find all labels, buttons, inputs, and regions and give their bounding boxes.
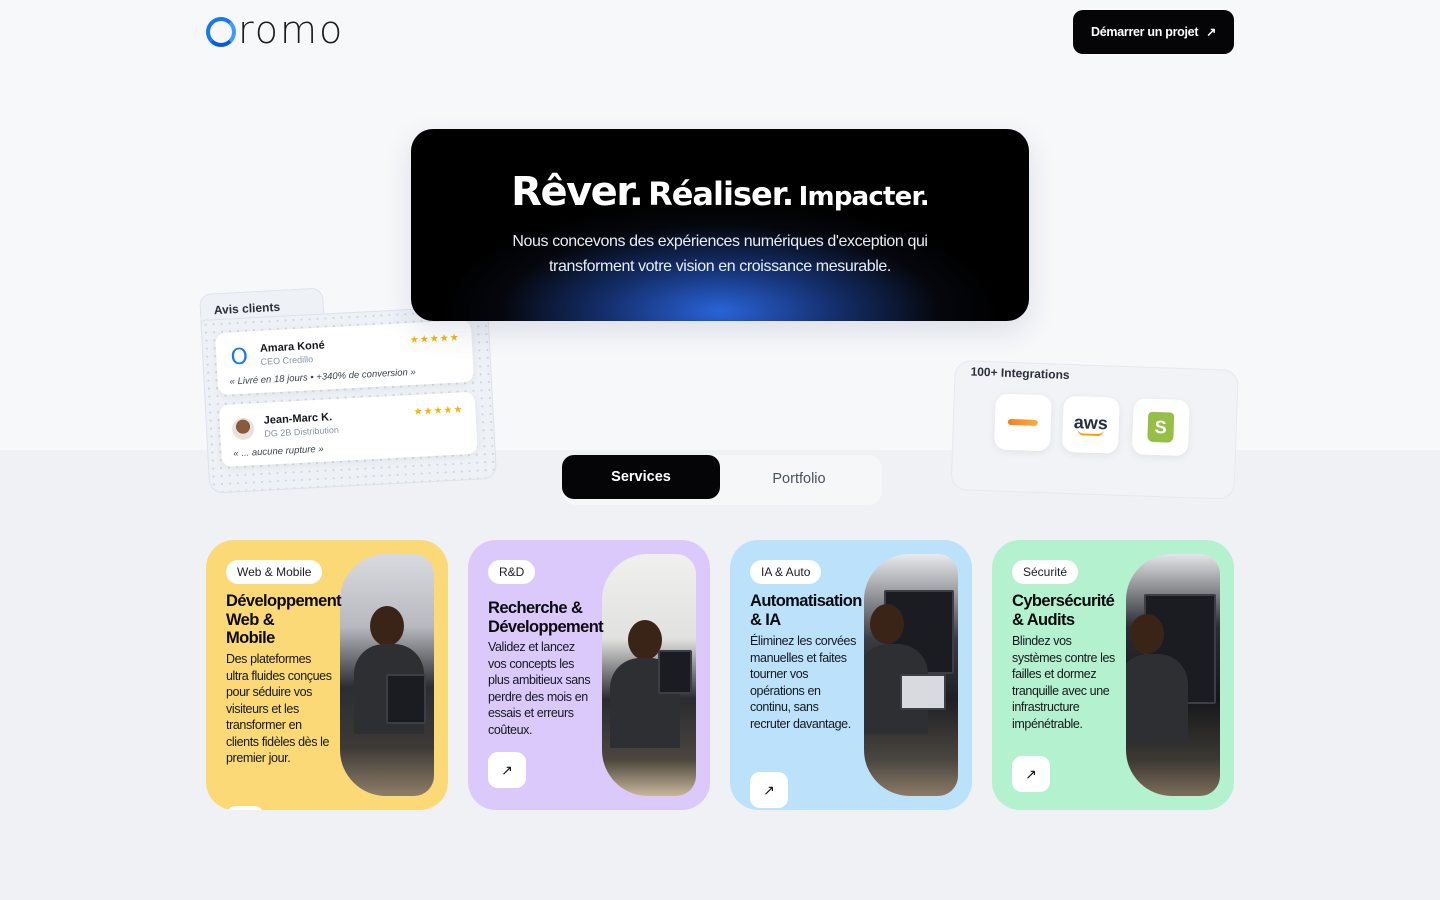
- hero-banner: Rêver. Réaliser. Impacter. Nous concevon…: [411, 129, 1029, 321]
- hero-title-word: Impacter.: [798, 182, 930, 212]
- service-link-button[interactable]: ↗: [1012, 756, 1050, 792]
- review-role: CEO Credillo: [260, 354, 314, 367]
- review-quote: « ... aucune rupture »: [233, 443, 324, 460]
- service-title: Cybersécurité & Audits: [1012, 592, 1115, 629]
- service-badge: Web & Mobile: [226, 560, 323, 584]
- tab-portfolio[interactable]: Portfolio: [720, 457, 878, 501]
- service-photo: [1126, 554, 1220, 796]
- review-name: Amara Koné: [259, 339, 325, 355]
- service-card-ai-automation[interactable]: IA & Auto Automatisation & IA Éliminez l…: [730, 540, 972, 810]
- arrow-up-right-icon: ↗: [1206, 25, 1216, 39]
- service-photo: [340, 554, 434, 796]
- service-title: Recherche & Développement: [488, 599, 604, 636]
- service-description: Des plateformes ultra fluides conçues po…: [226, 652, 332, 765]
- star-rating: ★★★★★: [409, 332, 460, 347]
- service-description: Blindez vos systèmes contre les failles …: [1012, 634, 1115, 731]
- arrow-up-right-icon: ↗: [1025, 765, 1037, 782]
- service-link-button[interactable]: ↗: [226, 806, 264, 810]
- logo[interactable]: romo: [206, 8, 345, 52]
- start-project-button[interactable]: Démarrer un projet ↗: [1073, 10, 1234, 54]
- service-badge: R&D: [488, 560, 536, 584]
- start-project-label: Démarrer un projet: [1091, 25, 1199, 39]
- hero-title-word: Rêver.: [511, 169, 644, 215]
- hero-subtitle: Nous concevons des expériences numérique…: [512, 233, 928, 275]
- arrow-up-right-icon: ↗: [763, 781, 775, 798]
- hero-title-word: Réaliser.: [648, 175, 794, 213]
- service-badge: IA & Auto: [750, 560, 822, 584]
- shopify-bag-icon: S: [1147, 411, 1175, 443]
- hero-title: Rêver. Réaliser. Impacter.: [411, 169, 1029, 215]
- arrow-up-right-icon: ↗: [501, 761, 513, 778]
- service-title: Développement Web & Mobile: [226, 592, 342, 647]
- service-photo: [602, 554, 696, 796]
- logo-text: romo: [238, 8, 345, 52]
- review-name: Jean-Marc K.: [263, 411, 333, 427]
- review-quote: « Livré en 18 jours • +340% de conversio…: [229, 366, 417, 388]
- service-card-rnd[interactable]: R&D Recherche & Développement Validez et…: [468, 540, 710, 810]
- cloudflare-logo: [993, 393, 1052, 452]
- service-link-button[interactable]: ↗: [750, 772, 788, 808]
- service-description: Éliminez les corvées manuelles et faites…: [750, 634, 856, 731]
- service-card-web-mobile[interactable]: Web & Mobile Développement Web & Mobile …: [206, 540, 448, 810]
- review-role: DG 2B Distribution: [264, 424, 340, 439]
- section-tabs: Services Portfolio: [562, 455, 882, 505]
- service-link-button[interactable]: ↗: [488, 752, 526, 788]
- service-description: Validez et lancez vos concepts les plus …: [488, 640, 591, 737]
- star-rating: ★★★★★: [413, 404, 464, 418]
- logo-o-mark: [206, 17, 236, 47]
- avatar: [231, 417, 255, 441]
- aws-logo: aws: [1061, 395, 1120, 454]
- service-title: Automatisation & IA: [750, 592, 862, 629]
- tab-services[interactable]: Services: [562, 455, 720, 499]
- service-badge: Sécurité: [1012, 560, 1079, 584]
- service-card-security[interactable]: Sécurité Cybersécurité & Audits Blindez …: [992, 540, 1234, 810]
- integrations-card: 100+ Integrations aws S: [950, 360, 1239, 500]
- service-photo: [864, 554, 958, 796]
- avatar: O: [230, 344, 249, 370]
- shopify-logo: S: [1131, 398, 1190, 457]
- aws-text: aws: [1073, 412, 1109, 434]
